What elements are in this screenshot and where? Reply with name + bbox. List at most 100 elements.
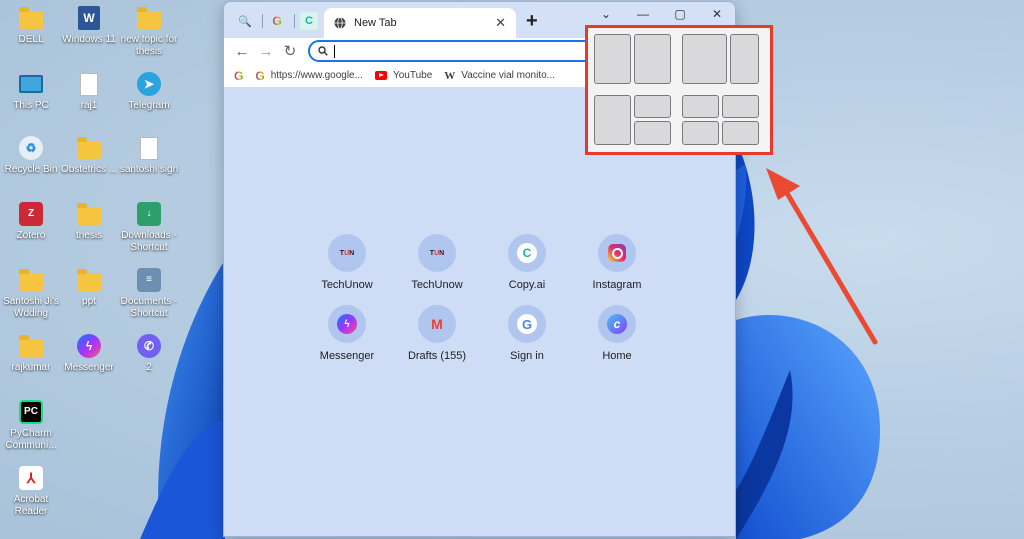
chevron-down-icon[interactable]: ⌄ <box>596 7 616 21</box>
home-site-icon: c <box>607 314 627 334</box>
close-window-button[interactable]: ✕ <box>707 7 727 21</box>
shortcut-techunow-2[interactable]: TUN TechUnow <box>392 234 482 291</box>
gmail-icon: M <box>431 316 443 332</box>
maximize-button[interactable]: ▢ <box>670 7 690 21</box>
bookmark-youtube[interactable]: YouTube <box>374 70 432 81</box>
desktop-icon-rajkumar[interactable]: rajkumar <box>0 334 62 374</box>
tab-new-tab[interactable]: New Tab ✕ <box>324 8 516 38</box>
document-icon <box>80 72 98 96</box>
desktop-icon-documents[interactable]: ≡ Documents - Shortcut <box>118 268 180 320</box>
tab-separator <box>262 14 263 28</box>
snap-zone-left-half[interactable] <box>594 34 631 84</box>
messenger-icon: ϟ <box>337 314 357 334</box>
google-icon: G <box>255 68 265 83</box>
google-icon: G <box>517 314 537 334</box>
arrowhead-icon <box>766 168 800 200</box>
snap-layout-halves <box>594 34 671 84</box>
shortcut-instagram[interactable]: Instagram <box>572 234 662 291</box>
bookmark-wikipedia[interactable]: W Vaccine vial monito... <box>444 70 555 82</box>
viber-icon: ✆ <box>137 334 161 358</box>
shortcut-techunow[interactable]: TUN TechUnow <box>302 234 392 291</box>
desktop-icon-dell[interactable]: DELL <box>0 6 62 46</box>
documents-icon: ≡ <box>137 268 161 292</box>
snap-layout-quarters <box>682 95 759 145</box>
tab-title: New Tab <box>354 17 397 29</box>
word-doc-icon: W <box>78 6 100 30</box>
desktop-icon-downloads[interactable]: ↓ Downloads - Shortcut <box>118 202 180 254</box>
google-icon: G <box>234 68 244 83</box>
folder-icon <box>77 203 101 225</box>
snap-zone-top-right[interactable] <box>722 95 759 118</box>
globe-icon <box>334 17 346 29</box>
desktop-icon-2[interactable]: ✆ 2 <box>118 334 180 374</box>
snap-zone-bottom-right[interactable] <box>722 121 759 145</box>
snap-zone-left-two-thirds[interactable] <box>682 34 727 84</box>
search-icon <box>318 46 328 56</box>
desktop-icon-santoshi-sign[interactable]: santoshi sign <box>118 136 180 176</box>
document-icon <box>140 136 158 160</box>
techunow-icon: TUN <box>429 249 445 257</box>
snap-layouts-flyout <box>585 25 773 155</box>
tab-search-icon[interactable]: 🔍 <box>236 12 254 30</box>
shortcut-copyai[interactable]: C Copy.ai <box>482 234 572 291</box>
snap-zone-right-third[interactable] <box>730 34 759 84</box>
new-tab-button[interactable]: + <box>526 10 538 33</box>
desktop-icon-raj1[interactable]: raj1 <box>58 72 120 112</box>
minimize-button[interactable]: — <box>633 7 653 21</box>
back-button[interactable]: ← <box>230 43 254 60</box>
desktop-icon-wedding[interactable]: Santoshi Ji's Wdding <box>0 268 62 320</box>
youtube-icon <box>374 71 387 80</box>
desktop-icon-recycle-bin[interactable]: ♻ Recycle Bin <box>0 136 62 176</box>
copyai-tab-icon[interactable]: C <box>300 12 318 30</box>
snap-layout-half-and-quarters <box>594 95 671 145</box>
instagram-icon <box>608 244 626 262</box>
wikipedia-icon: W <box>444 69 456 82</box>
folder-icon <box>19 335 43 357</box>
bookmark-google[interactable]: G https://www.google... <box>255 69 363 83</box>
forward-button[interactable]: → <box>254 43 278 60</box>
desktop-icon-zotero[interactable]: Z Zotero <box>0 202 62 242</box>
snap-zone-top-right[interactable] <box>634 95 671 118</box>
folder-icon <box>19 7 43 29</box>
desktop-icon-acrobat[interactable]: ⅄ Acrobat Reader <box>0 466 62 518</box>
computer-icon <box>19 75 43 93</box>
close-tab-icon[interactable]: ✕ <box>495 15 506 31</box>
messenger-icon: ϟ <box>77 334 101 358</box>
snap-zone-bottom-right[interactable] <box>634 121 671 145</box>
folder-icon <box>19 269 43 291</box>
desktop-icon-ppt[interactable]: ppt <box>58 268 120 308</box>
snap-layout-two-thirds <box>682 34 759 84</box>
copyai-icon: C <box>517 243 537 263</box>
downloads-icon: ↓ <box>137 202 161 226</box>
shortcut-grid: TUN TechUnow TUN TechUnow C Copy.ai Inst… <box>302 234 662 362</box>
desktop-icon-thesis[interactable]: thesis <box>58 202 120 242</box>
desktop-icon-this-pc[interactable]: This PC <box>0 72 62 112</box>
zotero-icon: Z <box>19 202 43 226</box>
snap-zone-bottom-left[interactable] <box>682 121 719 145</box>
desktop-icon-windows11[interactable]: W Windows 11 <box>58 6 120 46</box>
folder-icon <box>137 7 161 29</box>
snap-zone-right-half[interactable] <box>634 34 671 84</box>
recycle-bin-icon: ♻ <box>19 136 43 160</box>
shortcut-messenger[interactable]: ϟ Messenger <box>302 305 392 362</box>
google-tab-icon[interactable]: G <box>268 12 286 30</box>
folder-icon <box>77 269 101 291</box>
shortcut-drafts[interactable]: M Drafts (155) <box>392 305 482 362</box>
reload-button[interactable]: ↻ <box>278 42 302 60</box>
shortcut-sign-in[interactable]: G Sign in <box>482 305 572 362</box>
desktop-icon-obstetrics[interactable]: Obstetrics ... <box>58 136 120 176</box>
techunow-icon: TUN <box>339 249 355 257</box>
desktop-icon-pycharm[interactable]: PC PyCharm Communi... <box>0 400 62 452</box>
desktop-icon-messenger[interactable]: ϟ Messenger <box>58 334 120 374</box>
telegram-icon: ➤ <box>137 72 161 96</box>
text-caret <box>334 44 335 58</box>
desktop-icon-new-topic[interactable]: new topic for thesis <box>118 6 180 58</box>
snap-zone-top-left[interactable] <box>682 95 719 118</box>
folder-icon <box>77 137 101 159</box>
bookmark-google-apps[interactable]: G <box>234 69 243 83</box>
snap-zone-left-half[interactable] <box>594 95 631 145</box>
desktop-icon-telegram[interactable]: ➤ Telegram <box>118 72 180 112</box>
pycharm-icon: PC <box>19 400 43 424</box>
tab-separator <box>294 14 295 28</box>
shortcut-home[interactable]: c Home <box>572 305 662 362</box>
